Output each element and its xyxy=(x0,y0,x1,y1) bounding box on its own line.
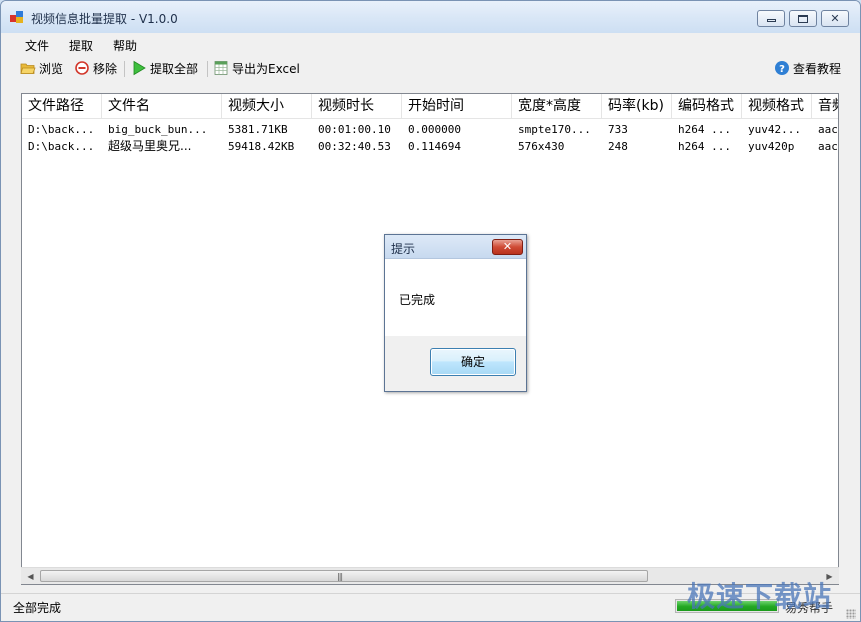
cell-start-time: 0.114694 xyxy=(408,140,461,153)
cell-size: 59418.42KB xyxy=(228,140,295,153)
cell-duration: 00:01:00.10 xyxy=(318,123,391,136)
cell-audio: aac xyxy=(818,140,838,153)
folder-open-icon xyxy=(20,60,36,76)
maximize-button[interactable] xyxy=(789,10,817,27)
cell-size: 5381.71KB xyxy=(228,123,288,136)
play-icon xyxy=(131,60,147,76)
toolbar-separator xyxy=(207,61,208,77)
close-icon: ✕ xyxy=(502,240,513,253)
remove-button[interactable]: 移除 xyxy=(74,58,117,78)
remove-icon xyxy=(74,60,90,76)
cell-path: D:\back... xyxy=(28,140,95,153)
dialog-message: 已完成 xyxy=(399,293,436,307)
close-icon: ✕ xyxy=(830,12,840,25)
column-header[interactable]: 音频 xyxy=(812,94,838,119)
tutorial-button[interactable]: ? 查看教程 xyxy=(774,58,841,78)
title-bar[interactable]: 视频信息批量提取 - V1.0.0 ✕ xyxy=(1,1,860,33)
message-dialog: 提示 ✕ 已完成 确定 xyxy=(384,234,527,392)
table-row[interactable]: D:\back... big_buck_bun... 5381.71KB 00:… xyxy=(22,121,838,138)
tutorial-label: 查看教程 xyxy=(793,61,842,76)
menu-bar: 文件 提取 帮助 xyxy=(1,33,860,55)
column-header[interactable]: 码率(kb) xyxy=(602,94,672,119)
cell-start-time: 0.000000 xyxy=(408,123,461,136)
app-icon xyxy=(10,11,24,23)
export-excel-button[interactable]: 导出为Excel xyxy=(213,58,300,78)
cell-codec: h264 ... xyxy=(678,140,731,153)
cell-filename: big_buck_bun... xyxy=(108,123,208,136)
resize-grip-icon[interactable] xyxy=(846,609,856,619)
main-window: 视频信息批量提取 - V1.0.0 ✕ 文件 提取 帮助 浏览 移除 提取全部 xyxy=(0,0,861,622)
toolbar-separator xyxy=(124,61,125,77)
cell-audio: aac xyxy=(818,123,838,136)
maximize-icon xyxy=(798,14,808,23)
cell-path: D:\back... xyxy=(28,123,95,136)
watermark-logo: 极速下载站 xyxy=(687,580,833,613)
menu-help[interactable]: 帮助 xyxy=(113,37,137,54)
scrollbar-thumb[interactable]: ||| xyxy=(40,570,648,582)
browse-button[interactable]: 浏览 xyxy=(20,58,63,78)
extract-all-button[interactable]: 提取全部 xyxy=(131,58,198,78)
cell-pixel-format: yuv420p xyxy=(748,140,795,153)
cell-codec: h264 ... xyxy=(678,123,731,136)
dialog-body: 已完成 xyxy=(385,260,526,336)
cell-pixel-format: yuv42... xyxy=(748,123,801,136)
column-header[interactable]: 视频大小 xyxy=(222,94,312,119)
column-header[interactable]: 开始时间 xyxy=(402,94,512,119)
cell-resolution: 576x430 xyxy=(518,140,565,153)
close-button[interactable]: ✕ xyxy=(821,10,849,27)
cell-duration: 00:32:40.53 xyxy=(318,140,391,153)
dialog-title-bar[interactable]: 提示 ✕ xyxy=(385,235,526,259)
export-excel-label: 导出为Excel xyxy=(232,61,300,76)
column-header[interactable]: 视频时长 xyxy=(312,94,402,119)
remove-label: 移除 xyxy=(93,61,118,76)
dialog-close-button[interactable]: ✕ xyxy=(492,239,523,255)
cell-bitrate: 248 xyxy=(608,140,628,153)
menu-file[interactable]: 文件 xyxy=(25,37,49,54)
dialog-title: 提示 xyxy=(391,242,416,256)
column-header[interactable]: 文件名 xyxy=(102,94,222,119)
menu-extract[interactable]: 提取 xyxy=(69,37,93,54)
cell-resolution: smpte170... xyxy=(518,123,591,136)
table-header: 文件路径 文件名 视频大小 视频时长 开始时间 宽度*高度 码率(kb) 编码格… xyxy=(22,94,838,119)
minimize-button[interactable] xyxy=(757,10,785,27)
cell-filename: 超级马里奥兄... xyxy=(108,139,192,153)
table-row[interactable]: D:\back... 超级马里奥兄... 59418.42KB 00:32:40… xyxy=(22,138,838,155)
browse-label: 浏览 xyxy=(39,61,64,76)
column-header[interactable]: 宽度*高度 xyxy=(512,94,602,119)
help-icon: ? xyxy=(774,60,790,76)
ok-button[interactable]: 确定 xyxy=(430,348,516,376)
svg-text:?: ? xyxy=(779,64,785,75)
toolbar: 浏览 移除 提取全部 导出为Excel ? 查看教程 xyxy=(1,55,860,81)
column-header[interactable]: 视频格式 xyxy=(742,94,812,119)
column-header[interactable]: 编码格式 xyxy=(672,94,742,119)
cell-bitrate: 733 xyxy=(608,123,628,136)
grip-icon: ||| xyxy=(337,572,343,581)
minimize-icon xyxy=(766,19,776,22)
scroll-left-icon[interactable]: ◀ xyxy=(22,568,39,585)
extract-all-label: 提取全部 xyxy=(150,61,199,76)
excel-icon xyxy=(213,60,229,76)
window-title: 视频信息批量提取 - V1.0.0 xyxy=(31,12,178,26)
status-text: 全部完成 xyxy=(13,601,62,615)
column-header[interactable]: 文件路径 xyxy=(22,94,102,119)
dialog-footer: 确定 xyxy=(385,336,526,391)
